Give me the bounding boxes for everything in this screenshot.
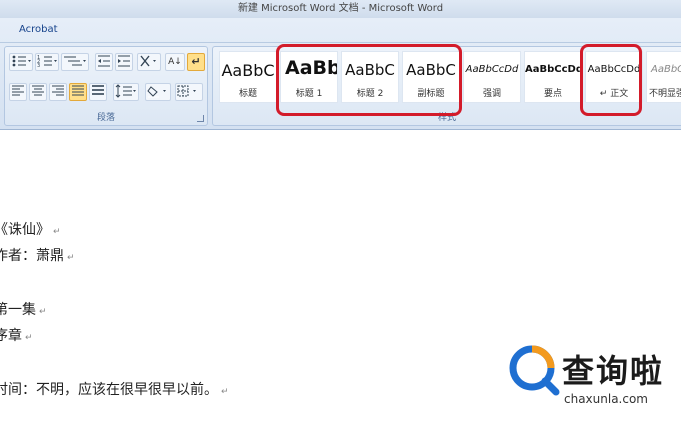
style-name: 不明显强调 <box>649 89 681 99</box>
distributed-icon <box>92 85 104 95</box>
doc-line-text: 时间：不明，应该在很早很早以前。 <box>0 382 218 398</box>
doc-line-text: 作者：萧鼎 <box>0 248 64 264</box>
sort-button[interactable]: A↓ <box>165 53 185 71</box>
doc-line-text: 序章 <box>0 328 22 344</box>
align-right-icon <box>52 85 64 96</box>
increase-indent-icon <box>118 55 130 67</box>
svg-text:3: 3 <box>37 63 40 68</box>
line-spacing-button[interactable] <box>113 83 139 101</box>
doc-line: 第一集 ↵ <box>0 299 47 319</box>
multilevel-list-button[interactable] <box>61 53 89 71</box>
tab-acrobat[interactable]: Acrobat <box>19 24 58 35</box>
style-emphasis[interactable]: AaBbCcDd 强调 <box>463 51 521 103</box>
shading-button[interactable] <box>145 83 171 101</box>
window-title: 新建 Microsoft Word 文档 - Microsoft Word <box>0 0 681 18</box>
doc-line: 《诛仙》↵ <box>0 219 61 239</box>
style-name: 标题 <box>238 89 257 99</box>
align-left-button[interactable] <box>9 83 27 101</box>
style-title[interactable]: AaBbC 标题 <box>219 51 277 103</box>
decrease-indent-button[interactable] <box>95 53 113 71</box>
asian-layout-icon <box>140 55 156 67</box>
show-marks-button[interactable]: ↵ <box>187 53 205 71</box>
increase-indent-button[interactable] <box>115 53 133 71</box>
style-subtle-emphasis[interactable]: AaBbCc 不明显强调 <box>646 51 681 103</box>
highlight-heading-styles <box>276 44 462 116</box>
style-sample: AaBbCcDd <box>465 64 519 75</box>
bullets-icon <box>12 55 31 67</box>
paragraph-dialog-launcher[interactable] <box>197 115 204 122</box>
watermark-url: chaxunla.com <box>564 392 648 406</box>
highlight-normal-style <box>580 44 642 116</box>
justify-button[interactable] <box>69 83 87 101</box>
doc-line: 序章 ↵ <box>0 325 33 345</box>
bullets-button[interactable] <box>9 53 33 71</box>
numbering-icon: 123 <box>37 55 57 69</box>
ribbon: Acrobat 123 A↓ ↵ 段落 AaBbC 标题 AaBb 标题 1 A… <box>0 18 681 130</box>
paragraph-mark: ↵ <box>25 333 33 343</box>
line-spacing-icon <box>115 84 136 98</box>
paragraph-mark: ↵ <box>221 387 229 397</box>
watermark-name: 查询啦 <box>562 352 665 390</box>
style-sample: AaBbCcDd <box>525 64 582 75</box>
paragraph-mark: ↵ <box>53 227 61 237</box>
style-sample: AaBbCc <box>651 64 681 75</box>
align-right-button[interactable] <box>49 83 67 101</box>
paragraph-mark: ↵ <box>67 253 75 263</box>
style-name: 强调 <box>482 89 501 99</box>
chaxunla-logo-icon <box>509 345 560 396</box>
doc-line: 时间：不明，应该在很早很早以前。 ↵ <box>0 379 229 399</box>
decrease-indent-icon <box>98 55 110 67</box>
paragraph-group: 123 A↓ ↵ 段落 <box>4 46 208 126</box>
paragraph-mark: ↵ <box>39 307 47 317</box>
tab-strip-divider <box>0 42 681 43</box>
align-center-icon <box>32 85 44 96</box>
asian-layout-button[interactable] <box>137 53 161 71</box>
numbering-button[interactable]: 123 <box>35 53 59 71</box>
doc-line-text: 《诛仙》 <box>0 222 50 238</box>
style-name: 要点 <box>543 89 562 99</box>
distributed-button[interactable] <box>89 83 107 101</box>
doc-line: 作者：萧鼎 ↵ <box>0 245 75 265</box>
align-center-button[interactable] <box>29 83 47 101</box>
align-left-icon <box>12 85 24 96</box>
paint-bucket-icon <box>147 86 166 98</box>
paragraph-group-label: 段落 <box>96 113 115 123</box>
borders-icon <box>177 85 196 97</box>
justify-icon <box>72 85 84 96</box>
paragraph-mark-icon: ↵ <box>191 55 201 68</box>
style-strong[interactable]: AaBbCcDd 要点 <box>524 51 582 103</box>
watermark: 查询啦 chaxunla.com <box>506 340 681 430</box>
borders-button[interactable] <box>175 83 203 101</box>
style-sample: AaBbC <box>221 61 275 80</box>
multilevel-list-icon <box>64 56 86 66</box>
doc-line-text: 第一集 <box>0 302 36 318</box>
sort-icon: A↓ <box>168 57 182 67</box>
